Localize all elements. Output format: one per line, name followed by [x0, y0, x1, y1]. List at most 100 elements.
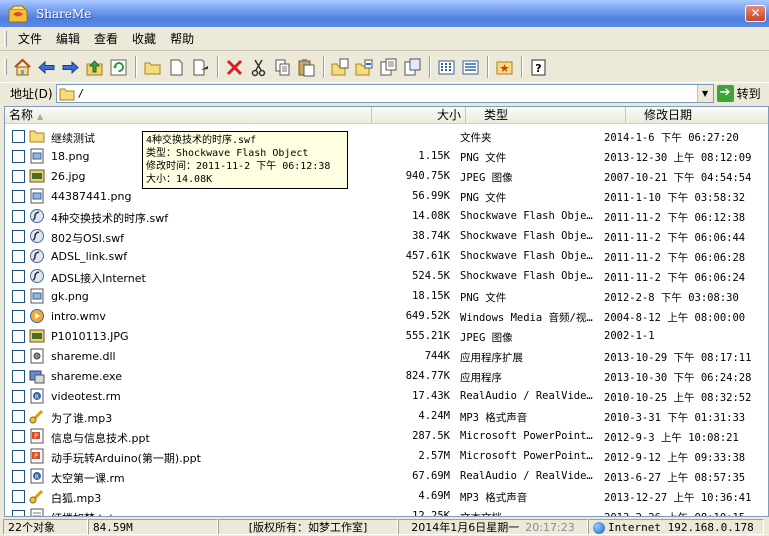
file-row[interactable]: P1010113.JPG 555.21K JPEG 图像 2002-1-1 [5, 326, 768, 346]
file-row[interactable]: 18.png 1.15K PNG 文件 2013-12-30 上午 08:12:09 [5, 146, 768, 166]
view-icons-button[interactable] [435, 56, 458, 79]
scissors-icon [251, 59, 266, 76]
file-modified-date: 2012-2-8 下午 03:08:30 [604, 292, 739, 304]
status-time: 20:17:23 [525, 520, 575, 534]
column-type-header[interactable]: 类型 [466, 107, 626, 123]
column-name-header[interactable]: 名称 ▲ [5, 107, 372, 123]
file-type: Windows Media 音频/视… [460, 312, 593, 324]
file-row[interactable]: shareme.exe 824.77K 应用程序 2013-10-30 下午 06:2… [5, 366, 768, 386]
file-row[interactable]: 为了谁.mp3 4.24M MP3 格式声音 2010-3-31 下午 01:31:3… [5, 406, 768, 426]
copy-button[interactable] [271, 56, 294, 79]
menu-grip [4, 30, 7, 47]
view-details-button[interactable] [459, 56, 482, 79]
file-name: ADSL_link.swf [51, 250, 128, 263]
cut-button[interactable] [247, 56, 270, 79]
menu-edit[interactable]: 编辑 [49, 29, 87, 49]
menu-favorites[interactable]: 收藏 [125, 29, 163, 49]
file-row[interactable]: 44387441.png 56.99K PNG 文件 2011-1-10 下午 03:… [5, 186, 768, 206]
file-size: 14.08K [412, 210, 450, 222]
address-input[interactable]: / ▼ [55, 84, 714, 103]
toolbar-separator [429, 56, 431, 78]
file-row[interactable]: 白狐.mp3 4.69M MP3 格式声音 2013-12-27 上午 10:36:4… [5, 486, 768, 506]
row-checkbox[interactable] [12, 310, 25, 323]
file-row[interactable]: gk.png 18.15K PNG 文件 2012-2-8 下午 03:08:30 [5, 286, 768, 306]
menu-view[interactable]: 查看 [87, 29, 125, 49]
file-row[interactable]: Rvideotest.rm 17.43K RealAudio / RealVide…… [5, 386, 768, 406]
file-row[interactable]: shareme.dll 744K 应用程序扩展 2013-10-29 下午 08:17… [5, 346, 768, 366]
copy-to-folder-button[interactable] [329, 56, 352, 79]
ppt-file-icon: P [29, 428, 45, 444]
file-row[interactable]: 26.jpg 940.75K JPEG 图像 2007-10-21 下午 04:54:… [5, 166, 768, 186]
row-checkbox[interactable] [12, 410, 25, 423]
favorites-button[interactable] [493, 56, 516, 79]
row-checkbox[interactable] [12, 150, 25, 163]
row-checkbox[interactable] [12, 190, 25, 203]
file-name: 26.jpg [51, 170, 86, 183]
row-checkbox[interactable] [12, 210, 25, 223]
row-checkbox[interactable] [12, 170, 25, 183]
file-row[interactable]: R 太空第一课.rm 67.69M RealAudio / RealVide… 2013… [5, 466, 768, 486]
row-checkbox[interactable] [12, 390, 25, 403]
file-list[interactable]: 名称 ▲ 大小 类型 修改日期 继续测试 文件夹 2014-1-6 下午 06:27:… [4, 106, 769, 517]
column-date-label: 修改日期 [644, 108, 693, 122]
file-size: 12.25K [412, 510, 450, 517]
toolbar-separator [487, 56, 489, 78]
file-row[interactable]: ADSL_link.swf 457.61K Shockwave Flash Obje… [5, 246, 768, 266]
file-row[interactable]: 4种交换技术的时序.swf 14.08K Shockwave Flash Obje…… [5, 206, 768, 226]
refresh-button[interactable] [107, 56, 130, 79]
copy-icon [275, 59, 290, 75]
row-checkbox[interactable] [12, 330, 25, 343]
row-checkbox[interactable] [12, 130, 25, 143]
file-size: 524.5K [412, 270, 450, 282]
new-folder-button[interactable] [141, 56, 164, 79]
row-checkbox[interactable] [12, 290, 25, 303]
file-row[interactable]: 继续测试 文件夹 2014-1-6 下午 06:27:20 [5, 126, 768, 146]
forward-button[interactable] [59, 56, 82, 79]
back-button[interactable] [35, 56, 58, 79]
home-button[interactable] [11, 56, 34, 79]
new-file-button[interactable] [165, 56, 188, 79]
address-label: 地址(D) [10, 87, 53, 101]
row-checkbox[interactable] [12, 510, 25, 516]
file-name: shareme.exe [51, 370, 122, 383]
address-dropdown-button[interactable]: ▼ [696, 85, 713, 102]
file-modified-date: 2012-9-3 上午 10:08:21 [604, 432, 739, 444]
rename-button[interactable] [189, 56, 212, 79]
menu-help[interactable]: 帮助 [163, 29, 201, 49]
file-type: JPEG 图像 [460, 332, 513, 344]
close-button[interactable]: ✕ [745, 5, 766, 22]
status-network-text: Internet 192.168.0.178 [608, 520, 754, 534]
column-size-header[interactable]: 大小 [372, 107, 466, 123]
copy-file-button[interactable] [377, 56, 400, 79]
row-checkbox[interactable] [12, 450, 25, 463]
file-row[interactable]: 802与OSI.swf 38.74K Shockwave Flash Obje… 20… [5, 226, 768, 246]
status-datetime: 2014年1月6日星期一 20:17:23 [398, 518, 588, 535]
column-date-header[interactable]: 修改日期 [626, 107, 768, 123]
menu-file[interactable]: 文件 [11, 29, 49, 49]
ppt-file-icon: P [29, 448, 45, 464]
row-checkbox[interactable] [12, 470, 25, 483]
row-checkbox[interactable] [12, 270, 25, 283]
row-checkbox[interactable] [12, 250, 25, 263]
file-row[interactable]: 红楼如梦.txt 12.25K 文本文档 2013-2-26 上午 08:10:15 [5, 506, 768, 517]
go-button[interactable]: ➔ 转到 [716, 85, 761, 102]
file-row[interactable]: intro.wmv 649.52K Windows Media 音频/视… 2004-… [5, 306, 768, 326]
file-row[interactable]: ADSL接入Internet 524.5K Shockwave Flash Obje… [5, 266, 768, 286]
row-checkbox[interactable] [12, 430, 25, 443]
mp3-file-icon [29, 488, 45, 504]
file-name: shareme.dll [51, 350, 116, 363]
row-checkbox[interactable] [12, 230, 25, 243]
help-button[interactable]: ? [527, 56, 550, 79]
row-checkbox[interactable] [12, 490, 25, 503]
row-checkbox[interactable] [12, 370, 25, 383]
paste-button[interactable] [295, 56, 318, 79]
delete-button[interactable] [223, 56, 246, 79]
file-row[interactable]: P 信息与信息技术.ppt 287.5K Microsoft PowerPoint… 2… [5, 426, 768, 446]
go-label: 转到 [736, 87, 761, 101]
up-folder-button[interactable] [83, 56, 106, 79]
row-checkbox[interactable] [12, 350, 25, 363]
flash-file-icon [29, 268, 45, 284]
move-file-button[interactable] [401, 56, 424, 79]
file-row[interactable]: P 动手玩转Arduino(第一期).ppt 2.57M Microsoft Powe… [5, 446, 768, 466]
move-to-folder-button[interactable] [353, 56, 376, 79]
